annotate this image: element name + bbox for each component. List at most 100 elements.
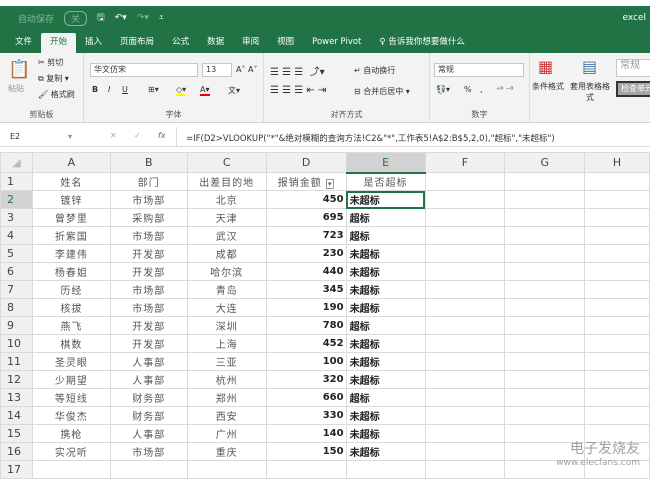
cell-amount[interactable]: 320 — [265, 370, 347, 389]
row-header[interactable]: 9 — [0, 316, 33, 335]
cell[interactable] — [424, 262, 506, 281]
cell-over-limit[interactable]: 未超标 — [345, 406, 426, 425]
cell[interactable] — [186, 460, 267, 479]
cell[interactable] — [31, 460, 111, 479]
row-header[interactable]: 2 — [0, 190, 33, 209]
save-icon[interactable]: 🖫 — [97, 10, 105, 26]
cell-name[interactable]: 杨春姐 — [31, 262, 111, 281]
cell-dept[interactable]: 采购部 — [109, 208, 188, 227]
column-header-c[interactable]: C — [186, 152, 267, 173]
italic-button[interactable]: I — [108, 85, 110, 94]
cell[interactable] — [504, 172, 586, 191]
formula-input[interactable]: =IF(D2>VLOOKUP("*"&绝对模糊的查询方法!C2&"*",工作表5… — [186, 132, 555, 144]
row-header[interactable]: 5 — [0, 244, 33, 263]
row-header[interactable]: 3 — [0, 208, 33, 227]
cell-amount[interactable]: 330 — [265, 406, 347, 425]
tab-review[interactable]: 审阅 — [233, 33, 268, 53]
row-header[interactable]: 8 — [0, 298, 33, 317]
cell[interactable] — [504, 298, 586, 317]
tab-power-pivot[interactable]: Power Pivot — [303, 33, 370, 53]
bold-button[interactable]: B — [92, 85, 98, 94]
cell[interactable] — [424, 460, 506, 479]
tab-view[interactable]: 视图 — [268, 33, 303, 53]
currency-icon[interactable]: 💱▾ — [436, 85, 450, 94]
cell[interactable] — [504, 244, 586, 263]
cell-name[interactable]: 携枪 — [31, 424, 111, 443]
row-header[interactable]: 4 — [0, 226, 33, 245]
cell[interactable] — [584, 244, 650, 263]
cell-over-limit[interactable]: 超标 — [345, 388, 426, 407]
cell-dept[interactable]: 开发部 — [109, 316, 188, 335]
cell[interactable] — [584, 208, 650, 227]
copy-button[interactable]: ⧉ 复制 ▾ — [38, 73, 69, 84]
cell-destination[interactable]: 成都 — [186, 244, 267, 263]
cell-name[interactable]: 棋数 — [31, 334, 111, 353]
cell-over-limit[interactable]: 未超标 — [345, 352, 426, 371]
cell-over-limit[interactable]: 超标 — [345, 316, 426, 335]
cell-destination[interactable]: 西安 — [186, 406, 267, 425]
cell[interactable] — [584, 316, 650, 335]
font-size-select[interactable]: 13 — [202, 63, 232, 77]
name-box-dropdown-icon[interactable]: ▾ — [68, 132, 72, 141]
cell[interactable] — [504, 334, 586, 353]
cell-destination[interactable]: 青岛 — [186, 280, 267, 299]
cell-destination[interactable]: 哈尔滨 — [186, 262, 267, 281]
cell[interactable] — [584, 190, 650, 209]
cell-destination[interactable]: 上海 — [186, 334, 267, 353]
cell-over-limit[interactable]: 未超标 — [345, 298, 426, 317]
cell[interactable] — [584, 352, 650, 371]
cell-amount[interactable]: 345 — [265, 280, 347, 299]
cell[interactable] — [504, 280, 586, 299]
number-format-select[interactable]: 常规 — [434, 63, 524, 77]
column-header-h[interactable]: H — [584, 152, 650, 173]
column-header-g[interactable]: G — [504, 152, 586, 173]
select-all-corner[interactable]: ◢ — [0, 152, 33, 173]
cell-destination[interactable]: 重庆 — [186, 442, 267, 461]
cell[interactable] — [265, 460, 347, 479]
cell-over-limit[interactable]: 未超标 — [345, 442, 426, 461]
percent-button[interactable]: % — [464, 85, 472, 94]
cell-over-limit[interactable]: 未超标 — [345, 244, 426, 263]
cell-name[interactable]: 折紫国 — [31, 226, 111, 245]
cell[interactable] — [345, 460, 426, 479]
cell[interactable] — [584, 406, 650, 425]
cell-over-limit[interactable]: 未超标 — [345, 334, 426, 353]
cell-amount[interactable]: 440 — [265, 262, 347, 281]
cell[interactable] — [424, 316, 506, 335]
cell-header-destination[interactable]: 出差目的地 — [186, 172, 267, 191]
cell[interactable] — [424, 208, 506, 227]
cell-destination[interactable]: 广州 — [186, 424, 267, 443]
cell[interactable] — [109, 460, 188, 479]
tab-data[interactable]: 数据 — [198, 33, 233, 53]
row-header[interactable]: 16 — [0, 442, 33, 461]
cell[interactable] — [504, 208, 586, 227]
customize-toolbar-icon[interactable]: ⩡ — [159, 13, 164, 23]
cell[interactable] — [584, 388, 650, 407]
cell[interactable] — [424, 352, 506, 371]
cell-dept[interactable]: 财务部 — [109, 406, 188, 425]
cell-over-limit[interactable]: 超标 — [345, 226, 426, 245]
cell-dept[interactable]: 人事部 — [109, 424, 188, 443]
tab-formulas[interactable]: 公式 — [163, 33, 198, 53]
cell[interactable] — [504, 352, 586, 371]
cell-destination[interactable]: 三亚 — [186, 352, 267, 371]
cell-dept[interactable]: 市场部 — [109, 442, 188, 461]
cell-dept[interactable]: 开发部 — [109, 244, 188, 263]
cell[interactable] — [584, 298, 650, 317]
cell[interactable] — [424, 298, 506, 317]
cell[interactable] — [504, 388, 586, 407]
cell[interactable] — [424, 388, 506, 407]
row-header[interactable]: 11 — [0, 352, 33, 371]
cell-header-over-limit[interactable]: 是否超标 — [345, 172, 426, 191]
cell-name[interactable]: 燕飞 — [31, 316, 111, 335]
cell-amount[interactable]: 150 — [265, 442, 347, 461]
cell-destination[interactable]: 北京 — [186, 190, 267, 209]
style-normal[interactable]: 常规 — [616, 59, 650, 77]
cancel-icon[interactable]: ✕ — [110, 131, 117, 140]
row-header[interactable]: 13 — [0, 388, 33, 407]
cell-name[interactable]: 镀锌 — [31, 190, 111, 209]
cell[interactable] — [504, 406, 586, 425]
cell[interactable] — [584, 370, 650, 389]
filter-dropdown-icon[interactable]: ▾ — [325, 179, 335, 189]
conditional-format-icon[interactable]: ▦ — [538, 57, 553, 76]
